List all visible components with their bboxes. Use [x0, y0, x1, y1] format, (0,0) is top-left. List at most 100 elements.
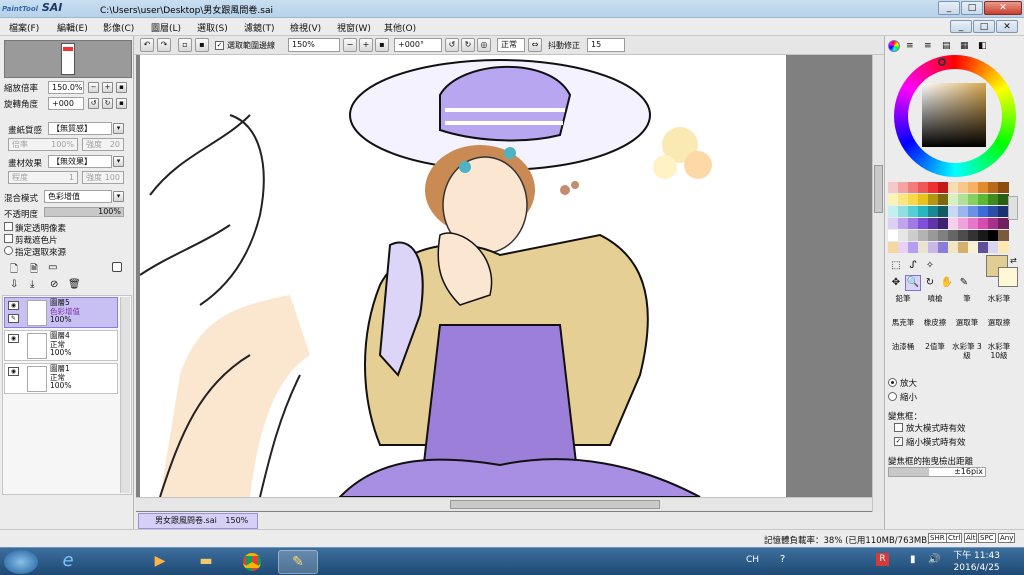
- chrome-icon[interactable]: [232, 550, 272, 574]
- ie-icon[interactable]: e: [48, 550, 88, 574]
- swap-colors-icon[interactable]: ⇄: [1010, 256, 1017, 265]
- rotation-select[interactable]: +000°: [394, 38, 442, 52]
- eye-icon[interactable]: ◉: [8, 334, 19, 343]
- clear-layer-icon[interactable]: ⊘: [50, 279, 58, 290]
- brush-pencil[interactable]: 鉛筆: [888, 294, 918, 317]
- color-wheel[interactable]: [894, 55, 1016, 177]
- eye-icon[interactable]: ◉: [8, 301, 19, 310]
- zoom-reset-button[interactable]: ▪: [375, 38, 389, 52]
- brush-effect-select[interactable]: 【無效果】: [48, 155, 112, 168]
- brush-eraser[interactable]: 橡皮擦: [920, 318, 950, 341]
- brush-watercolor-10[interactable]: 水彩筆 10級: [984, 342, 1014, 365]
- select-edge-checkbox[interactable]: ✓: [215, 41, 224, 50]
- rotate-icon[interactable]: ↻: [922, 275, 938, 291]
- menu-filter[interactable]: 濾鏡(T): [241, 20, 278, 35]
- nav-zoom-out-button[interactable]: −: [88, 82, 99, 93]
- brush-marker[interactable]: 馬克筆: [888, 318, 918, 341]
- brush-binary-pen[interactable]: 2值筆: [920, 342, 950, 365]
- zoom-in-button[interactable]: +: [359, 38, 373, 52]
- move-icon[interactable]: ✥: [888, 275, 904, 291]
- new-layer-icon[interactable]: 🗋: [10, 262, 18, 279]
- frame-out-mode-checkbox[interactable]: ✓: [894, 437, 903, 446]
- transfer-down-icon[interactable]: ⇩: [10, 279, 18, 290]
- hsv-slider-tab-icon[interactable]: ≡: [924, 41, 932, 51]
- brush-pen[interactable]: 筆: [952, 294, 982, 317]
- brush-watercolor[interactable]: 水彩筆: [984, 294, 1014, 317]
- document-tab[interactable]: 男女跟風問卷.sai 150%: [138, 513, 258, 529]
- paint-tool-sai-icon[interactable]: ✎: [278, 550, 318, 574]
- language-indicator[interactable]: CH: [746, 555, 759, 565]
- layer-item[interactable]: ◉ 圖層4 正常 100%: [4, 330, 118, 361]
- menu-edit[interactable]: 編輯(E): [54, 20, 91, 35]
- nav-zoom-reset-button[interactable]: ▪: [116, 82, 127, 93]
- zoom-in-radio[interactable]: [888, 378, 897, 387]
- chevron-down-icon[interactable]: ▾: [113, 191, 124, 202]
- brush-select-eraser[interactable]: 選取擦: [984, 318, 1014, 341]
- network-icon[interactable]: ▮: [910, 554, 916, 565]
- rotate-left-button[interactable]: ↺: [445, 38, 459, 52]
- rotate-reset-button[interactable]: ◎: [477, 38, 491, 52]
- menu-other[interactable]: 其他(O): [381, 20, 419, 35]
- zoom-icon[interactable]: 🔍: [905, 275, 921, 291]
- rotate-right-button[interactable]: ↻: [461, 38, 475, 52]
- volume-icon[interactable]: 🔊: [928, 554, 940, 565]
- clip-checkbox[interactable]: [4, 234, 13, 243]
- menu-layer[interactable]: 圖層(L): [148, 20, 184, 35]
- palette-swatch[interactable]: [998, 182, 1009, 193]
- brush-bucket[interactable]: 油漆桶: [888, 342, 918, 365]
- canvas-vertical-scrollbar[interactable]: [872, 55, 884, 512]
- nav-rotate-right-button[interactable]: ↻: [102, 98, 113, 109]
- maximize-button[interactable]: □: [961, 1, 983, 15]
- rgb-slider-tab-icon[interactable]: ≡: [906, 41, 914, 51]
- help-icon[interactable]: ?: [780, 554, 785, 565]
- lasso-icon[interactable]: ᔑ: [905, 258, 921, 274]
- paper-strength-field[interactable]: 強度 20: [82, 138, 124, 151]
- zoom-out-radio[interactable]: [888, 392, 897, 401]
- undo-button[interactable]: ↶: [140, 38, 154, 52]
- doc-close-button[interactable]: ✕: [996, 20, 1018, 33]
- menu-view[interactable]: 檢視(V): [287, 20, 324, 35]
- palette-scrollbar[interactable]: [1008, 196, 1018, 220]
- stabilizer-select[interactable]: 15: [587, 38, 625, 52]
- navigator-preview[interactable]: [4, 40, 132, 78]
- blend-mode-select[interactable]: 正常: [497, 38, 525, 52]
- layers-scrollbar[interactable]: [120, 297, 130, 493]
- lock-alpha-checkbox[interactable]: [4, 222, 13, 231]
- drag-distance-slider[interactable]: ±16pix: [888, 467, 986, 477]
- magic-wand-icon[interactable]: ✧: [922, 258, 938, 274]
- menu-window[interactable]: 視窗(W): [334, 20, 374, 35]
- redo-button[interactable]: ↷: [157, 38, 171, 52]
- chevron-down-icon[interactable]: ▾: [113, 156, 124, 167]
- deselect-button[interactable]: ▫: [178, 38, 192, 52]
- palette-swatch[interactable]: [998, 242, 1009, 253]
- paper-texture-select[interactable]: 【無質感】: [48, 122, 112, 135]
- folder-icon[interactable]: ▭: [48, 262, 57, 273]
- antivirus-icon[interactable]: R: [876, 553, 889, 566]
- color-wheel-tab-icon[interactable]: [888, 40, 900, 52]
- explorer-icon[interactable]: ▬: [186, 550, 226, 574]
- brush-select-pen[interactable]: 選取筆: [952, 318, 982, 341]
- opacity-slider[interactable]: 100%: [44, 207, 124, 217]
- menu-select[interactable]: 選取(S): [194, 20, 231, 35]
- zoom-value[interactable]: 150.0%: [48, 81, 84, 94]
- menu-file[interactable]: 檔案(F): [6, 20, 42, 35]
- flip-view-button[interactable]: ⇔: [528, 38, 542, 52]
- hand-icon[interactable]: ✋: [939, 275, 955, 291]
- doc-minimize-button[interactable]: _: [950, 20, 972, 33]
- nav-rotate-reset-button[interactable]: ▪: [116, 98, 127, 109]
- saturation-value-box[interactable]: [922, 83, 986, 147]
- chevron-down-icon[interactable]: ▾: [113, 123, 124, 134]
- pen-icon[interactable]: ✎: [8, 314, 19, 323]
- system-clock[interactable]: 下午 11:43 2016/4/25: [953, 550, 1000, 574]
- artwork-illustration[interactable]: [140, 55, 876, 497]
- select-source-radio[interactable]: [4, 246, 13, 255]
- secondary-color-swatch[interactable]: [998, 267, 1018, 287]
- frame-in-mode-checkbox[interactable]: [894, 423, 903, 432]
- layer-item[interactable]: ◉ 圖層1 正常 100%: [4, 363, 118, 394]
- nav-zoom-in-button[interactable]: +: [102, 82, 113, 93]
- mixer-tab-icon[interactable]: ▤: [942, 41, 951, 51]
- palette-swatch[interactable]: [998, 230, 1009, 241]
- canvas-horizontal-scrollbar[interactable]: [136, 497, 872, 511]
- effect-strength-field[interactable]: 強度 100: [82, 171, 124, 184]
- trash-icon[interactable]: 🗑: [68, 279, 81, 290]
